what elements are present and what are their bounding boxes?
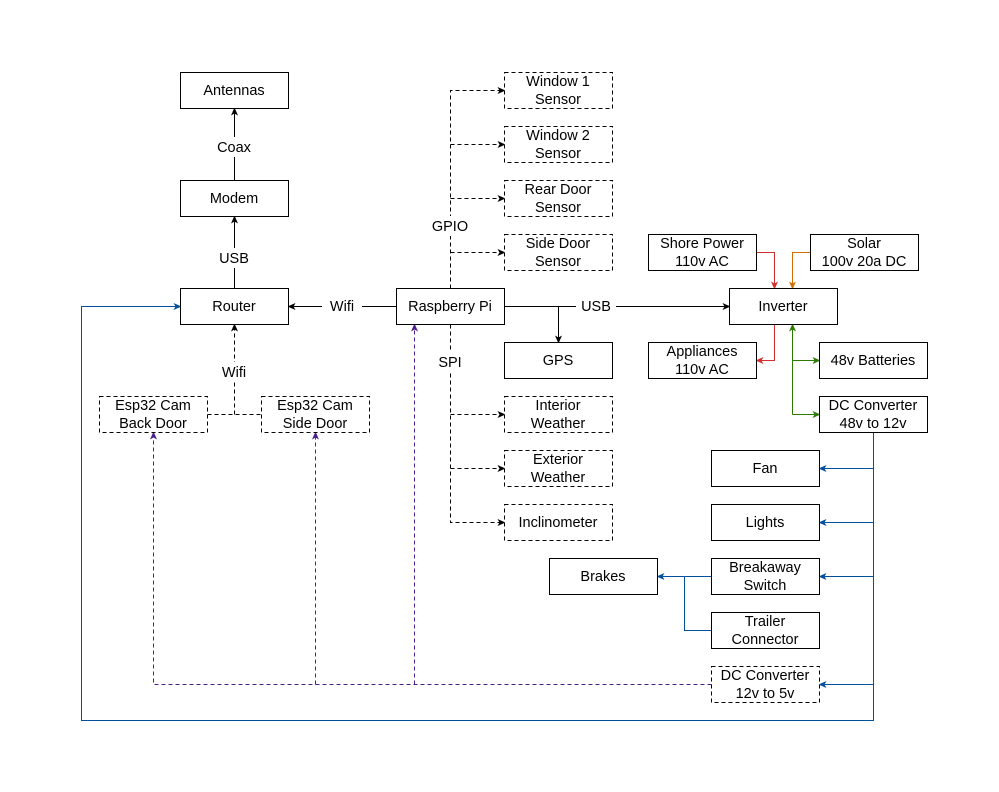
edge-label-wifi-esp: Wifi bbox=[222, 365, 246, 381]
node-esp-back: Esp32 Cam Back Door bbox=[99, 396, 208, 433]
node-label-line: Raspberry Pi bbox=[408, 299, 492, 315]
node-label-line: GPS bbox=[543, 353, 574, 369]
node-label-line: Side Door bbox=[526, 236, 591, 252]
node-window1: Window 1 Sensor bbox=[504, 72, 613, 109]
node-label-line: Inverter bbox=[758, 299, 807, 315]
edge-label-spi: SPI bbox=[438, 355, 461, 371]
node-label-line: Sensor bbox=[535, 200, 581, 216]
node-label-line: Sensor bbox=[535, 254, 581, 270]
node-label-line: Brakes bbox=[580, 569, 625, 585]
node-raspberry-pi: Raspberry Pi bbox=[396, 288, 505, 325]
node-label-line: Back Door bbox=[119, 416, 187, 432]
edge-trailer-brakes bbox=[684, 576, 712, 631]
edge-solar-inverter bbox=[789, 252, 811, 290]
node-label-line: Trailer bbox=[745, 614, 786, 630]
node-label: Raspberry Pi bbox=[408, 299, 492, 315]
node-label: 48v Batteries bbox=[831, 353, 916, 369]
node-batteries: 48v Batteries bbox=[819, 342, 928, 379]
node-label-line: Solar bbox=[847, 236, 881, 252]
node-label-line: Shore Power bbox=[660, 236, 744, 252]
node-label-line: Lights bbox=[746, 515, 785, 531]
node-label-line: Appliances bbox=[667, 344, 738, 360]
node-label-line: Weather bbox=[531, 470, 586, 486]
node-brakes: Brakes bbox=[549, 558, 658, 595]
node-label-line: 48v to 12v bbox=[840, 416, 908, 432]
node-label-line: Inclinometer bbox=[519, 515, 598, 531]
node-label-line: 110v AC bbox=[675, 254, 729, 270]
node-label: Brakes bbox=[580, 569, 625, 585]
edge-label-coax: Coax bbox=[217, 140, 252, 156]
node-label-line: DC Converter bbox=[829, 398, 918, 414]
node-label: GPS bbox=[543, 353, 574, 369]
node-esp-side: Esp32 Cam Side Door bbox=[261, 396, 370, 433]
node-label-line: Antennas bbox=[203, 83, 264, 99]
node-label: Antennas bbox=[203, 83, 264, 99]
node-label-line: Breakaway bbox=[729, 560, 801, 576]
node-label-line: Router bbox=[212, 299, 256, 315]
node-shore-power: Shore Power 110v AC bbox=[648, 234, 757, 271]
node-label-line: Esp32 Cam bbox=[277, 398, 353, 414]
node-label-line: Exterior bbox=[533, 452, 583, 468]
node-label-line: Side Door bbox=[283, 416, 348, 432]
node-rear-door: Rear Door Sensor bbox=[504, 180, 613, 217]
node-side-door: Side Door Sensor bbox=[504, 234, 613, 271]
edge-inverter-appliances bbox=[755, 324, 775, 364]
node-solar: Solar 100v 20a DC bbox=[810, 234, 919, 271]
node-label: Router bbox=[212, 299, 256, 315]
node-label-line: 12v to 5v bbox=[736, 686, 796, 702]
node-label-line: Window 2 bbox=[526, 128, 590, 144]
node-label: Modem bbox=[210, 191, 258, 207]
node-dc-12-5: DC Converter 12v to 5v bbox=[711, 666, 820, 703]
edge-shore-inverter bbox=[756, 252, 778, 290]
node-label-line: Connector bbox=[732, 632, 799, 648]
node-label-line: Sensor bbox=[535, 92, 581, 108]
node-label-line: Switch bbox=[744, 578, 787, 594]
node-label-line: Interior bbox=[535, 398, 580, 414]
node-trailer-connector: Trailer Connector bbox=[711, 612, 820, 649]
node-router: Router bbox=[180, 288, 289, 325]
node-exterior-weather: Exterior Weather bbox=[504, 450, 613, 487]
node-interior-weather: Interior Weather bbox=[504, 396, 613, 433]
node-label-line: Rear Door bbox=[525, 182, 592, 198]
node-label: Inclinometer bbox=[519, 515, 598, 531]
edge-label-usb-inverter: USB bbox=[581, 299, 611, 315]
node-label-line: 100v 20a DC bbox=[822, 254, 907, 270]
node-inverter: Inverter bbox=[729, 288, 838, 325]
node-gps: GPS bbox=[504, 342, 613, 379]
node-label-line: Modem bbox=[210, 191, 258, 207]
node-appliances: Appliances 110v AC bbox=[648, 342, 757, 379]
node-label-line: Window 1 bbox=[526, 74, 590, 90]
node-fan: Fan bbox=[711, 450, 820, 487]
node-label-line: Fan bbox=[753, 461, 778, 477]
node-label: Lights bbox=[746, 515, 785, 531]
node-label-line: Sensor bbox=[535, 146, 581, 162]
edge-gpio-window1 bbox=[450, 87, 506, 289]
node-label-line: Weather bbox=[531, 416, 586, 432]
node-lights: Lights bbox=[711, 504, 820, 541]
system-diagram: Coax USB Wifi USB GPIO SPI Wifi Antennas Modem R… bbox=[81, 72, 928, 721]
node-window2: Window 2 Sensor bbox=[504, 126, 613, 163]
node-label-line: 48v Batteries bbox=[831, 353, 916, 369]
edge-label-usb-modem: USB bbox=[219, 251, 249, 267]
edge-label-wifi-pi: Wifi bbox=[330, 299, 354, 315]
node-label-line: DC Converter bbox=[721, 668, 810, 684]
node-label-line: Esp32 Cam bbox=[115, 398, 191, 414]
edge-label-gpio: GPIO bbox=[432, 219, 468, 235]
node-inclinometer: Inclinometer bbox=[504, 504, 613, 541]
nodes: Antennas Modem Router Raspberry Pi Window 1 S… bbox=[99, 72, 928, 703]
node-modem: Modem bbox=[180, 180, 289, 217]
node-label-line: 110v AC bbox=[675, 362, 729, 378]
node-label: Inverter bbox=[758, 299, 807, 315]
node-antennas: Antennas bbox=[180, 72, 289, 109]
node-breakaway: Breakaway Switch bbox=[711, 558, 820, 595]
node-label: Fan bbox=[753, 461, 778, 477]
node-dc-48-12: DC Converter 48v to 12v bbox=[819, 396, 928, 433]
